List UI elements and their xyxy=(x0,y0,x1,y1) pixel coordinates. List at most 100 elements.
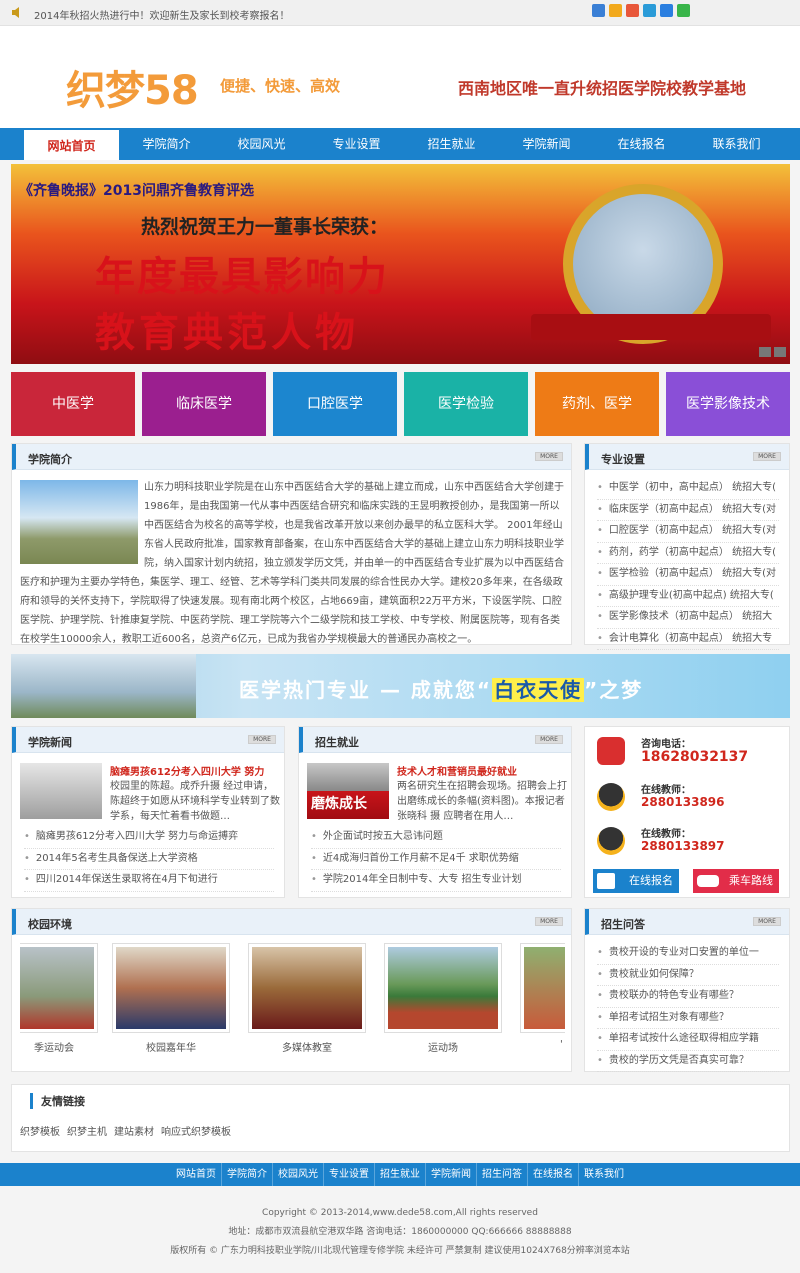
list-item[interactable]: 外企面试时按五大忌讳问题 xyxy=(311,827,561,849)
tile-tcm[interactable]: 中医学 xyxy=(11,372,135,436)
list-item[interactable]: 贵校联办的特色专业有哪些？ xyxy=(597,986,779,1008)
share-icon-5[interactable] xyxy=(660,4,673,17)
nav-signup[interactable]: 在线报名 xyxy=(594,128,689,160)
nav-contact[interactable]: 联系我们 xyxy=(689,128,784,160)
jobs-feature-desc: 两名研究生在招聘会现场。招聘会上打出磨练成长的条幅(资料图)。本报记者 张晓科 … xyxy=(397,781,567,822)
list-item[interactable]: 高级护理专业(初高中起点) 统招大专( xyxy=(597,586,779,607)
friend-link[interactable]: 织梦模板 xyxy=(20,1127,60,1138)
footer-nav-item[interactable]: 校园风光 xyxy=(273,1163,324,1186)
hero-banner[interactable]: 《齐鲁晚报》2013问鼎齐鲁教育评选 热烈祝贺王力一董事长荣获： 年度最具影响力… xyxy=(11,164,790,364)
gallery-item[interactable]: 季运动会 xyxy=(20,943,98,1054)
tile-pharmacy[interactable]: 药剂、医学 xyxy=(535,372,659,436)
more-button[interactable]: MORE xyxy=(535,735,563,744)
banner-line-1: 《齐鲁晚报》2013问鼎齐鲁教育评选 xyxy=(19,183,254,199)
footer-nav-item[interactable]: 网站首页 xyxy=(171,1163,222,1186)
jobs-header: 招生就业 MORE xyxy=(299,727,571,753)
list-item[interactable]: 单招考试按什么途径取得相应学籍 xyxy=(597,1029,779,1051)
jobs-feature-title[interactable]: 技术人才和营销员最好就业 xyxy=(397,763,517,778)
teacher-row-1: 在线教师： 2880133896 xyxy=(597,779,787,819)
share-icon-1[interactable] xyxy=(592,4,605,17)
list-item[interactable]: 医学检验（初高中起点） 统招大专(对 xyxy=(597,564,779,586)
list-item[interactable]: 贵校的学历文凭是否真实可靠？ xyxy=(597,1051,779,1072)
list-item[interactable]: 2014年5名考生具备保送上大学资格 xyxy=(24,849,274,870)
more-button[interactable]: MORE xyxy=(248,735,276,744)
jobs-thumbnail[interactable]: 磨炼成长 xyxy=(307,763,389,819)
list-item[interactable]: 贵校开设的专业对口安置的单位一 xyxy=(597,943,779,965)
nav-intro[interactable]: 学院简介 xyxy=(119,128,214,160)
banner-ribbon xyxy=(531,314,771,340)
more-button[interactable]: MORE xyxy=(753,452,781,461)
nav-news[interactable]: 学院新闻 xyxy=(499,128,594,160)
friend-links-title: 友情链接 xyxy=(30,1093,85,1109)
list-item[interactable]: 口腔医学（初高中起点） 统招大专(对 xyxy=(597,521,779,543)
share-icon-3[interactable] xyxy=(626,4,639,17)
signup-button[interactable]: 在线报名 xyxy=(593,869,679,893)
teacher-qq[interactable]: 2880133897 xyxy=(641,839,725,853)
list-item[interactable]: 脑瘫男孩612分考入四川大学 努力与命运搏弈 xyxy=(24,827,274,849)
gallery-item[interactable]: ' xyxy=(520,943,565,1050)
tile-lab[interactable]: 医学检验 xyxy=(404,372,528,436)
friend-link[interactable]: 建站素材 xyxy=(114,1127,154,1138)
more-button[interactable]: MORE xyxy=(753,917,781,926)
footer-nav-item[interactable]: 学院新闻 xyxy=(426,1163,477,1186)
gallery-caption: 季运动会 xyxy=(34,1043,74,1054)
phone-label: 咨询电话： xyxy=(641,739,691,750)
list-item[interactable]: 贵校就业如何保障？ xyxy=(597,965,779,986)
tile-clinical[interactable]: 临床医学 xyxy=(142,372,266,436)
nav-majors[interactable]: 专业设置 xyxy=(309,128,404,160)
friend-links-list: 织梦模板 织梦主机 建站素材 响应式织梦模板 xyxy=(20,1123,238,1138)
list-item[interactable]: 学院2014年全日制中专、大专 招生专业计划 xyxy=(311,870,561,892)
news-feature-desc: 校园里的陈超。成乔升摄 经过申请，陈超终于如愿从环境科学专业转到了数学系，每天忙… xyxy=(110,781,280,822)
wechat-share-icon[interactable] xyxy=(677,4,690,17)
nav-admission[interactable]: 招生就业 xyxy=(404,128,499,160)
gallery-item[interactable]: 运动场 xyxy=(384,943,502,1054)
footer-nav-item[interactable]: 学院简介 xyxy=(222,1163,273,1186)
gallery-photo xyxy=(112,943,230,1033)
tile-dental[interactable]: 口腔医学 xyxy=(273,372,397,436)
intro-box: 学院简介 MORE 山东力明科技职业学院是在山东中西医结合大学的基础上建立而成，… xyxy=(11,443,572,645)
speaker-icon xyxy=(12,7,19,18)
header: 织梦58 便捷、快速、高效 西南地区唯一直升统招医学院校教学基地 xyxy=(0,26,800,128)
gallery-item[interactable]: 多媒体教室 xyxy=(248,943,366,1054)
nav-scenery[interactable]: 校园风光 xyxy=(214,128,309,160)
share-icon-4[interactable] xyxy=(643,4,656,17)
friend-link[interactable]: 织梦主机 xyxy=(67,1127,107,1138)
list-item[interactable]: 近4成海归首份工作月薪不足4千 求职优势缩 xyxy=(311,849,561,870)
gallery-caption: 校园嘉年华 xyxy=(146,1043,196,1054)
slider-dot[interactable] xyxy=(759,347,771,357)
teacher-qq[interactable]: 2880133896 xyxy=(641,795,725,809)
route-button[interactable]: 乘车路线 xyxy=(693,869,779,893)
site-logo[interactable]: 织梦58 xyxy=(66,58,199,116)
friend-link[interactable]: 响应式织梦模板 xyxy=(161,1127,231,1138)
nav-home[interactable]: 网站首页 xyxy=(24,128,119,160)
footer-nav-item[interactable]: 招生问答 xyxy=(477,1163,528,1186)
news-feature-title[interactable]: 脑瘫男孩612分考入四川大学 努力 xyxy=(110,763,264,778)
footer-nav-item[interactable]: 在线报名 xyxy=(528,1163,579,1186)
gallery-item[interactable]: 校园嘉年华 xyxy=(112,943,230,1054)
photo xyxy=(524,947,565,1029)
slider-dot[interactable] xyxy=(774,347,786,357)
footer-nav-item[interactable]: 联系我们 xyxy=(579,1163,629,1186)
tile-imaging[interactable]: 医学影像技术 xyxy=(666,372,790,436)
footer: Copyright © 2013-2014,www.dede58.com,All… xyxy=(0,1186,800,1273)
more-button[interactable]: MORE xyxy=(535,917,563,926)
list-item[interactable]: 会计电算化（初高中起点） 统招大专 xyxy=(597,629,779,650)
list-item[interactable]: 中医学（初中，高中起点） 统招大专( xyxy=(597,478,779,500)
footer-nav-item[interactable]: 招生就业 xyxy=(375,1163,426,1186)
list-item[interactable]: 医学影像技术（初高中起点） 统招大 xyxy=(597,607,779,629)
gallery-caption: 运动场 xyxy=(428,1043,458,1054)
ad-banner[interactable]: 医学热门专业 — 成就您“ 白衣天使 ”之梦 xyxy=(11,654,790,718)
news-box: 学院新闻 MORE 脑瘫男孩612分考入四川大学 努力 校园里的陈超。成乔升摄 … xyxy=(11,726,285,898)
photo-spacer xyxy=(20,478,144,564)
list-item[interactable]: 四川2014年保送生录取将在4月下旬进行 xyxy=(24,870,274,892)
intro-header: 学院简介 MORE xyxy=(12,444,571,470)
share-icon-2[interactable] xyxy=(609,4,622,17)
list-item[interactable]: 药剂，药学（初高中起点） 统招大专( xyxy=(597,543,779,564)
more-button[interactable]: MORE xyxy=(535,452,563,461)
news-thumbnail[interactable] xyxy=(20,763,102,819)
list-item[interactable]: 临床医学（初高中起点） 统招大专(对 xyxy=(597,500,779,521)
qq-icon[interactable] xyxy=(597,783,625,811)
qq-icon[interactable] xyxy=(597,827,625,855)
list-item[interactable]: 单招考试招生对象有哪些？ xyxy=(597,1008,779,1029)
footer-nav-item[interactable]: 专业设置 xyxy=(324,1163,375,1186)
